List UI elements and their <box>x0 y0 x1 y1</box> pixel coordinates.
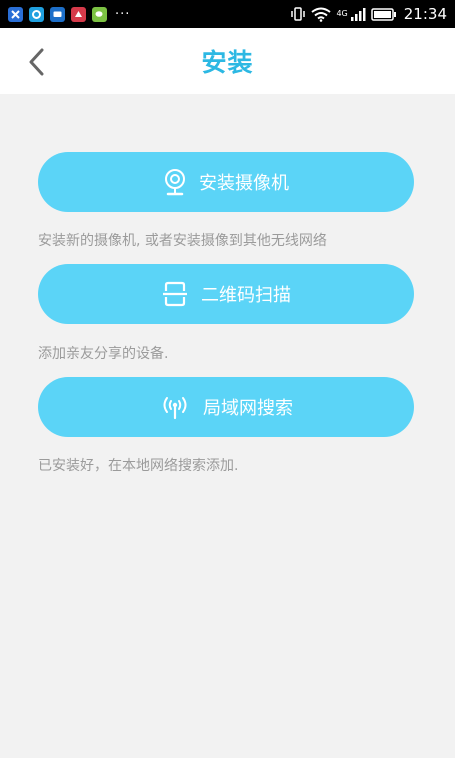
qr-scan-button[interactable]: 二维码扫描 <box>38 264 414 324</box>
wireless-icon <box>159 394 191 420</box>
lan-search-label: 局域网搜索 <box>203 398 293 419</box>
header: 安装 <box>0 28 455 94</box>
qr-scan-hint: 添加亲友分享的设备. <box>38 346 169 362</box>
battery-icon <box>371 7 396 21</box>
wechat-app-icon <box>92 6 107 22</box>
c-app-icon <box>29 6 44 22</box>
page-title: 安装 <box>201 48 254 77</box>
notification-icons: ··· <box>8 6 131 22</box>
x-app-icon <box>8 6 23 22</box>
clock: 21:34 <box>403 5 447 23</box>
back-button[interactable] <box>22 46 50 78</box>
network-type: 4G <box>336 9 348 18</box>
wifi-icon <box>311 7 332 22</box>
game-app-icon <box>71 6 86 22</box>
install-camera-hint: 安装新的摄像机, 或者安装摄像到其他无线网络 <box>38 233 327 249</box>
install-camera-button[interactable]: 安装摄像机 <box>38 152 414 212</box>
chevron-left-icon <box>29 48 44 76</box>
qr-scan-label: 二维码扫描 <box>201 285 291 306</box>
message-app-icon <box>50 6 65 22</box>
more-notifications-icon: ··· <box>115 6 131 22</box>
camera-icon <box>163 168 187 196</box>
vibrate-icon <box>291 7 306 21</box>
lan-search-hint: 已安装好，在本地网络搜索添加. <box>38 458 239 474</box>
signal-icon <box>350 8 366 21</box>
install-camera-label: 安装摄像机 <box>199 173 289 194</box>
lan-search-button[interactable]: 局域网搜索 <box>38 377 414 437</box>
status-bar: ··· 4G 21:34 <box>0 0 455 28</box>
system-status: 4G 21:34 <box>290 5 447 23</box>
scan-icon <box>161 281 189 307</box>
